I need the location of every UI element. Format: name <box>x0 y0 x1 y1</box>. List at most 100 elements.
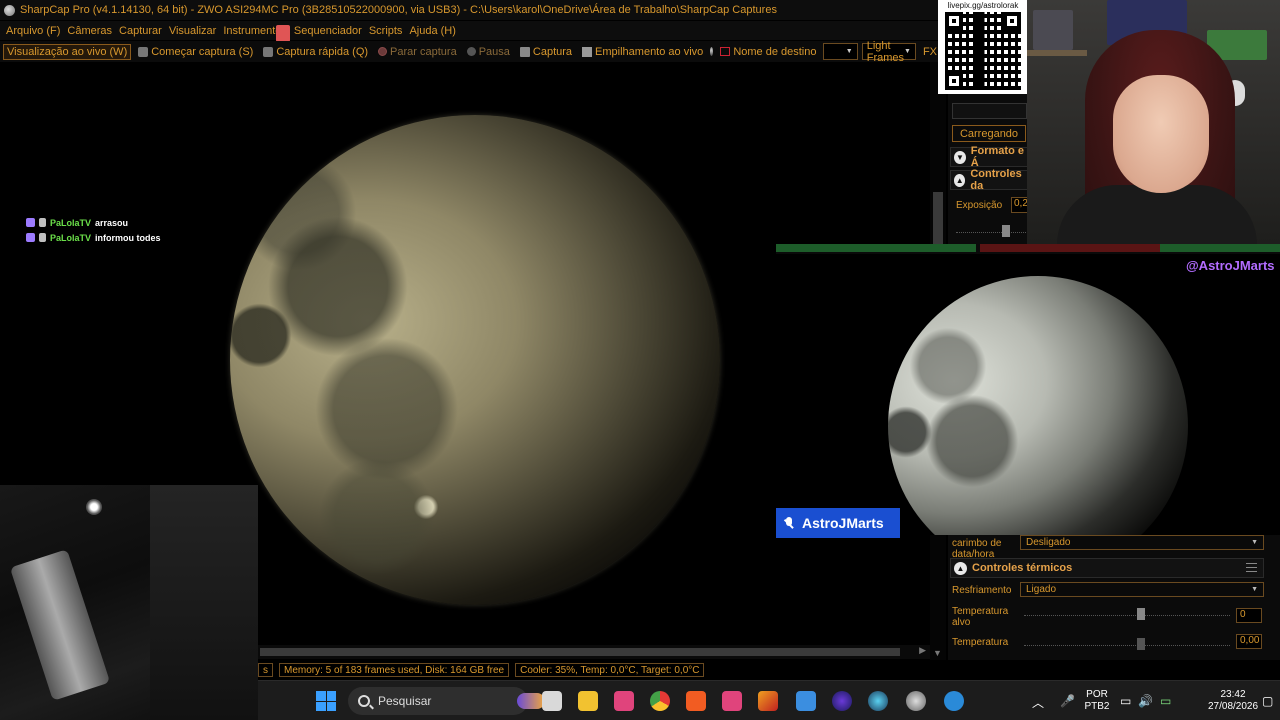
office-app-icon[interactable] <box>758 691 778 711</box>
language-indicator[interactable]: POR PTB2 <box>1084 689 1110 713</box>
quick-capture-label: Captura rápida (Q) <box>276 45 369 58</box>
video-camera-icon <box>138 46 149 57</box>
title-bar: SharpCap Pro (v4.1.14130, 64 bit) - ZWO … <box>0 0 940 20</box>
fx-label: FX <box>922 45 937 58</box>
temperature-label: Temperatura <box>952 637 1009 648</box>
overlay-strip <box>776 244 1280 254</box>
live-stack-label: Empilhamento ao vivo <box>595 45 704 58</box>
target-temp-label: Temperatura alvo <box>952 606 1009 628</box>
section-camera-controls[interactable]: ▲ Controles da <box>950 168 1030 192</box>
chevron-up-icon[interactable]: ︿ <box>1032 694 1044 711</box>
exposure-slider[interactable] <box>956 232 1026 234</box>
clock[interactable]: 23:42 27/08/2026 <box>1208 689 1258 713</box>
section-format[interactable]: ▼ Formato e Á <box>950 145 1030 169</box>
live-stack-button[interactable]: Empilhamento ao vivo <box>579 45 706 59</box>
moon-preview-image <box>888 276 1188 535</box>
streamer-name-bar: AstroJMarts <box>776 508 900 538</box>
menu-visualizar[interactable]: Visualizar <box>167 25 222 37</box>
target-name-group: Nome de destino <box>717 45 819 59</box>
quick-capture-button[interactable]: Captura rápida (Q) <box>260 45 371 59</box>
toolbar: Visualização ao vivo (W) Começar captura… <box>0 40 940 64</box>
network-icon[interactable]: ▭ <box>1120 694 1131 708</box>
sharpcap-icon[interactable] <box>906 691 926 711</box>
section-format-label: Formato e Á <box>970 145 1024 169</box>
file-explorer-icon[interactable] <box>578 691 598 711</box>
live-view-label: Visualização ao vivo (W) <box>7 45 128 58</box>
window-title: SharpCap Pro (v4.1.14130, 64 bit) - ZWO … <box>20 4 777 16</box>
battery-icon[interactable]: ▭ <box>1160 694 1171 708</box>
cooling-label: Resfriamento <box>952 585 1012 596</box>
pause-button[interactable]: Pausa <box>464 45 513 59</box>
stop-capture-button[interactable]: Parar captura <box>375 45 460 59</box>
photos-icon[interactable] <box>796 691 816 711</box>
muted-mic-icon <box>784 516 794 530</box>
pause-icon <box>466 47 476 56</box>
chevron-right-icon[interactable]: ▶ <box>919 645 926 656</box>
notification-icon[interactable]: ▢ <box>1262 694 1273 708</box>
loading-button[interactable]: Carregando <box>952 125 1026 142</box>
search-placeholder: Pesquisar <box>378 694 432 708</box>
stellarium-icon[interactable] <box>832 691 852 711</box>
task-view-icon[interactable] <box>542 691 562 711</box>
menu-scripts[interactable]: Scripts <box>367 25 408 37</box>
windows-start-icon[interactable] <box>316 691 336 711</box>
mic-badge-icon <box>39 233 46 242</box>
app-icon[interactable] <box>868 691 888 711</box>
taskbar-search[interactable]: Pesquisar <box>348 687 546 715</box>
qr-finder <box>1003 12 1021 30</box>
clock-date: 27/08/2026 <box>1208 701 1259 712</box>
shelf <box>1027 50 1087 56</box>
target-name-label: Nome de destino <box>733 45 817 58</box>
language-bottom: PTB2 <box>1084 701 1110 712</box>
snapshot-button[interactable]: Captura <box>517 45 575 59</box>
frame-type-dropdown[interactable]: Light Frames ▼ <box>861 40 916 64</box>
menu-ajuda[interactable]: Ajuda (H) <box>407 25 460 37</box>
scrollbar-thumb[interactable] <box>260 648 900 656</box>
windows-taskbar: Pesquisar ︿ 🎤 POR PTB2 ▭ 🔊 ▭ 23:42 27/08… <box>258 680 1280 720</box>
speaker-icon[interactable]: 🔊 <box>1138 694 1153 708</box>
chrome-icon[interactable] <box>650 691 670 711</box>
telescope-webcam-overlay <box>0 485 258 720</box>
app-icon[interactable] <box>614 691 634 711</box>
record-dot-icon[interactable] <box>710 47 714 56</box>
panel-input[interactable] <box>952 103 1027 119</box>
menu-icon[interactable] <box>1246 563 1257 572</box>
section-controls-label: Controles da <box>970 168 1022 192</box>
chevron-down-icon: ▼ <box>845 48 853 55</box>
qr-finder <box>945 12 963 30</box>
status-bar: s Memory: 5 of 183 frames used, Disk: 16… <box>258 662 948 678</box>
chevron-down-icon[interactable]: ▼ <box>933 648 942 658</box>
handle-tag: @AstroJMarts <box>1186 258 1275 273</box>
video-camera-icon <box>263 46 274 57</box>
target-icon <box>720 47 731 56</box>
app-icon[interactable] <box>944 691 964 711</box>
menu-sequenciador[interactable]: Sequenciador <box>292 25 367 37</box>
section-thermal[interactable]: ▲ Controles térmicos <box>950 558 1264 578</box>
app-icon[interactable] <box>722 691 742 711</box>
fx-button[interactable]: FX <box>920 45 940 59</box>
chat-username: PaLolaTV <box>50 232 92 243</box>
target-temp-slider[interactable] <box>1024 615 1230 617</box>
target-temp-slider-knob[interactable] <box>1137 608 1145 620</box>
sharpcap-app-icon <box>4 4 15 16</box>
strip-segment <box>776 244 976 252</box>
menu-cameras[interactable]: Câmeras <box>65 25 117 37</box>
target-name-dropdown[interactable]: ▼ <box>823 43 858 60</box>
brave-icon[interactable] <box>686 691 706 711</box>
target-temp-input[interactable]: 0 <box>1236 608 1262 623</box>
chevron-up-icon: ▲ <box>954 561 967 575</box>
chevron-down-icon: ▼ <box>904 48 911 55</box>
qr-url: livepix.gg/astrolorak <box>947 1 1019 10</box>
chevron-down-icon: ▼ <box>954 150 966 164</box>
chat-overlay: PaLolaTV arrasou PaLolaTV informou todes <box>26 215 161 245</box>
menu-arquivo[interactable]: Arquivo (F) <box>4 25 65 37</box>
live-view-button[interactable]: Visualização ao vivo (W) <box>3 43 132 60</box>
exposure-slider-knob[interactable] <box>1002 225 1010 237</box>
timestamp-value: Desligado <box>1026 537 1071 548</box>
cooling-dropdown[interactable]: Ligado ▼ <box>1020 582 1264 597</box>
viewport-horizontal-scrollbar[interactable]: ▶ <box>258 645 930 659</box>
timestamp-dropdown[interactable]: Desligado ▼ <box>1020 535 1264 550</box>
menu-capturar[interactable]: Capturar <box>117 25 167 37</box>
microphone-icon[interactable]: 🎤 <box>1060 694 1075 708</box>
start-capture-button[interactable]: Começar captura (S) <box>135 45 256 59</box>
